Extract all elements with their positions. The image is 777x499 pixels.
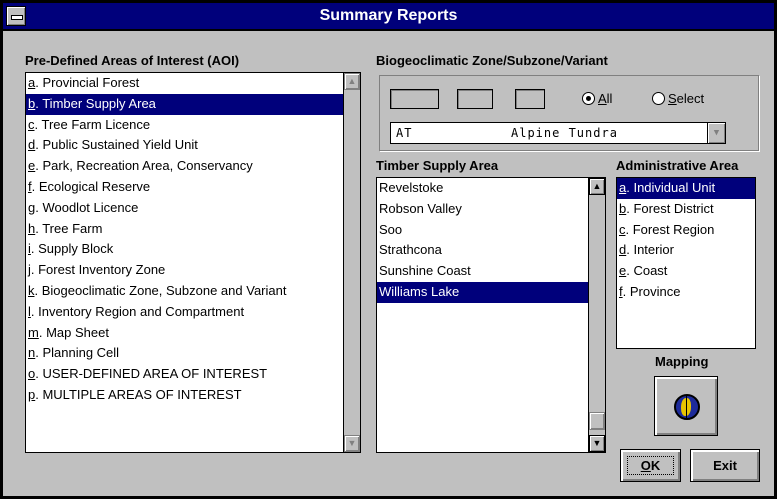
- summary-reports-window: Summary Reports Pre-Defined Areas of Int…: [0, 0, 777, 499]
- list-item[interactable]: g. Woodlot Licence: [26, 198, 360, 219]
- list-item[interactable]: Soo: [377, 220, 605, 241]
- list-item-label: Robson Valley: [379, 200, 462, 216]
- list-item-label: Williams Lake: [379, 283, 460, 299]
- admin-listbox[interactable]: a. Individual Unit b. Forest District c. F…: [616, 177, 756, 349]
- list-item-label: Revelstoke: [379, 180, 444, 195]
- radio-all[interactable]: All: [582, 89, 612, 109]
- list-item[interactable]: b. Forest District: [617, 199, 755, 220]
- list-item-label: . Supply Block: [30, 241, 114, 257]
- mapping-label: Mapping: [655, 354, 709, 369]
- list-item[interactable]: f. Ecological Reserve: [26, 177, 360, 198]
- list-item-label: . Timber Supply Area: [35, 95, 156, 111]
- tsa-scrollbar[interactable]: ▲ ▼: [588, 178, 605, 452]
- list-item-label: . Coast: [626, 263, 668, 279]
- list-item-label: . Park, Recreation Area, Conservancy: [35, 158, 253, 174]
- scroll-up-button[interactable]: ▲: [589, 178, 605, 195]
- list-item-label: . Tree Farm: [35, 220, 103, 236]
- list-item-label: . Biogeoclimatic Zone, Subzone and Varia…: [34, 282, 287, 298]
- exit-button[interactable]: Exit: [690, 449, 760, 482]
- bgc-label: Biogeoclimatic Zone/Subzone/Variant: [376, 53, 608, 68]
- list-item-label: . Planning Cell: [35, 345, 120, 361]
- list-item[interactable]: k. Biogeoclimatic Zone, Subzone and Vari…: [26, 281, 360, 302]
- list-item[interactable]: Sunshine Coast: [377, 261, 605, 282]
- list-item[interactable]: o. USER-DEFINED AREA OF INTEREST: [26, 364, 360, 385]
- list-item[interactable]: l. Inventory Region and Compartment: [26, 302, 360, 323]
- list-item[interactable]: a. Provincial Forest: [26, 73, 360, 94]
- list-item-label: . Province: [622, 283, 681, 299]
- tsa-label: Timber Supply Area: [376, 158, 499, 173]
- list-item-label: . Forest Region: [625, 221, 715, 237]
- list-item-label: . Ecological Reserve: [31, 178, 151, 194]
- list-item[interactable]: m. Map Sheet: [26, 323, 360, 344]
- mapping-button[interactable]: [654, 376, 718, 436]
- list-item[interactable]: Robson Valley: [377, 199, 605, 220]
- radio-all-indicator: [582, 92, 595, 105]
- list-item-label: . USER-DEFINED AREA OF INTEREST: [35, 366, 268, 382]
- list-item[interactable]: h. Tree Farm: [26, 219, 360, 240]
- list-item-label: . Interior: [626, 242, 674, 258]
- bgc-groupbox: All Select AT Alpine Tundra ▼: [379, 75, 759, 151]
- scroll-up-button[interactable]: ▲: [344, 73, 360, 90]
- title-bar: Summary Reports: [3, 3, 774, 31]
- list-item-label: . Map Sheet: [38, 324, 109, 340]
- scroll-down-button[interactable]: ▼: [589, 435, 605, 452]
- dropdown-arrow-icon[interactable]: ▼: [707, 123, 725, 143]
- scroll-down-button[interactable]: ▼: [344, 435, 360, 452]
- subzone-field[interactable]: [457, 89, 493, 109]
- list-item[interactable]: f. Province: [617, 282, 755, 303]
- radio-all-label: ll: [606, 91, 613, 106]
- list-item-label: Soo: [379, 221, 403, 237]
- window-title: Summary Reports: [319, 7, 458, 24]
- tsa-listbox[interactable]: Revelstoke Robson Valley Soo Strathcona Suns…: [376, 177, 606, 453]
- list-item[interactable]: d. Public Sustained Yield Unit: [26, 135, 360, 156]
- ok-button[interactable]: OK: [620, 449, 681, 482]
- bgc-combobox[interactable]: AT Alpine Tundra ▼: [390, 122, 726, 144]
- bgc-combo-code: AT: [396, 126, 413, 140]
- aoi-scrollbar[interactable]: ▲ ▼: [343, 73, 360, 452]
- list-item-label: . Woodlot Licence: [35, 199, 139, 215]
- ok-accel: O: [640, 458, 651, 473]
- list-item-label: . MULTIPLE AREAS OF INTEREST: [35, 386, 242, 402]
- radio-select-indicator: [652, 92, 665, 105]
- list-item-label: . Provincial Forest: [35, 75, 140, 90]
- radio-select-accel: S: [668, 91, 677, 106]
- list-item-label: . Public Sustained Yield Unit: [35, 137, 198, 153]
- scroll-thumb[interactable]: [589, 412, 605, 430]
- list-item[interactable]: Williams Lake: [377, 281, 605, 303]
- list-item[interactable]: d. Interior: [617, 240, 755, 261]
- aoi-listbox[interactable]: a. Provincial Forest b. Timber Supply Are…: [25, 72, 361, 453]
- list-item[interactable]: j. Forest Inventory Zone: [26, 260, 360, 281]
- variant-field[interactable]: [515, 89, 545, 109]
- list-item[interactable]: e. Coast: [617, 261, 755, 282]
- radio-select[interactable]: Select: [652, 89, 704, 109]
- list-item[interactable]: Revelstoke: [377, 178, 605, 199]
- list-item-label: . Individual Unit: [626, 180, 716, 195]
- list-item-label: . Forest District: [626, 200, 714, 216]
- list-item[interactable]: a. Individual Unit: [617, 178, 755, 199]
- list-item-label: Sunshine Coast: [379, 263, 471, 279]
- list-item[interactable]: e. Park, Recreation Area, Conservancy: [26, 156, 360, 177]
- list-item[interactable]: p. MULTIPLE AREAS OF INTEREST: [26, 385, 360, 406]
- list-item-accel: m: [28, 324, 39, 340]
- bgc-combo-name: Alpine Tundra: [511, 126, 618, 140]
- aoi-label: Pre-Defined Areas of Interest (AOI): [25, 53, 240, 68]
- ok-label: K: [650, 458, 661, 473]
- list-item[interactable]: Strathcona: [377, 240, 605, 261]
- list-item-label: . Forest Inventory Zone: [30, 262, 166, 278]
- list-item[interactable]: c. Tree Farm Licence: [26, 115, 360, 136]
- globe-icon: [674, 394, 700, 420]
- list-item[interactable]: i. Supply Block: [26, 239, 360, 260]
- list-item-label: . Inventory Region and Compartment: [30, 303, 245, 319]
- radio-select-label: elect: [676, 91, 705, 106]
- admin-label: Administrative Area: [616, 158, 739, 173]
- list-item[interactable]: c. Forest Region: [617, 220, 755, 241]
- radio-all-accel: A: [598, 91, 607, 106]
- list-item-label: . Tree Farm Licence: [34, 116, 151, 132]
- list-item[interactable]: b. Timber Supply Area: [26, 93, 360, 115]
- zone-field[interactable]: [390, 89, 439, 109]
- list-item[interactable]: n. Planning Cell: [26, 343, 360, 364]
- list-item-label: Strathcona: [379, 242, 442, 258]
